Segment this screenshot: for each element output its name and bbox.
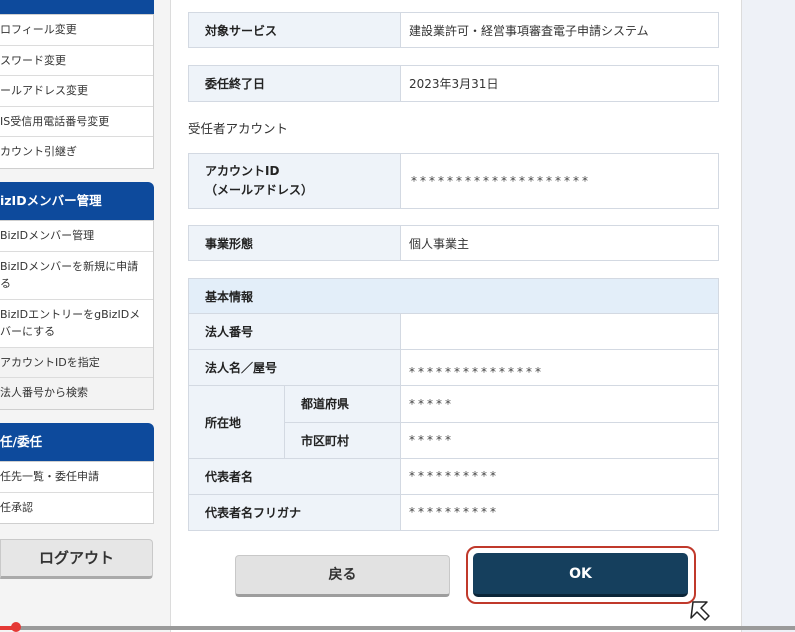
corp-number-value: [400, 313, 719, 351]
video-progress-handle[interactable]: [10, 622, 21, 632]
end-date-label: 委任終了日: [188, 65, 401, 102]
sidebar-header-member-mgmt: izIDメンバー管理: [0, 182, 154, 220]
sidebar-item-password[interactable]: スワード変更: [0, 46, 153, 76]
sidebar-item-member-mgmt[interactable]: BizIDメンバー管理: [0, 221, 153, 252]
sidebar-group-account: ロフィール変更 スワード変更 ールアドレス変更 IS受信用電話番号変更 カウント…: [0, 14, 154, 169]
prefecture-value: *****: [400, 385, 719, 423]
business-type-value: 個人事業主: [400, 225, 719, 261]
back-button[interactable]: 戻る: [235, 555, 450, 597]
sidebar-item-specify-account-id[interactable]: アカウントIDを指定: [0, 347, 153, 378]
account-id-value: ********************: [400, 153, 719, 209]
account-id-label: アカウントID （メールアドレス）: [188, 153, 401, 209]
representative-kana-value: **********: [400, 493, 719, 532]
sidebar-item-delegate-list[interactable]: 任先一覧・委任申請: [0, 462, 153, 493]
representative-value: **********: [400, 457, 719, 495]
address-label: 所在地: [188, 385, 285, 459]
representative-label: 代表者名: [188, 457, 401, 495]
ok-button[interactable]: OK: [473, 553, 688, 597]
business-type-table: 事業形態 個人事業主: [188, 225, 719, 261]
sidebar-item-new-member[interactable]: BizIDメンバーを新規に申請 る: [0, 252, 153, 300]
city-value: *****: [400, 421, 719, 459]
corp-number-label: 法人番号: [188, 313, 401, 351]
city-label: 市区町村: [284, 421, 401, 459]
basic-info-header: 基本情報: [188, 277, 719, 315]
prefecture-label: 都道府県: [284, 385, 401, 423]
service-value: 建設業許可・経営事項審査電子申請システム: [400, 12, 719, 48]
sidebar-item-delegate-approve[interactable]: 任承認: [0, 493, 153, 524]
basic-info-table: 基本情報 法人番号 法人名／屋号 *************** 所在地 都道府…: [188, 277, 719, 532]
pointer-cursor-icon: [690, 601, 710, 621]
sidebar-item-email[interactable]: ールアドレス変更: [0, 76, 153, 107]
business-type-label: 事業形態: [188, 225, 401, 261]
sidebar-item-search-corp-number[interactable]: 法人番号から検索: [0, 378, 153, 409]
corp-name-value: ***************: [400, 349, 719, 387]
end-date-value: 2023年3月31日: [400, 65, 719, 102]
sidebar-item-profile[interactable]: ロフィール変更: [0, 15, 153, 46]
page-background-right: [742, 0, 795, 632]
sidebar-item-sms-phone[interactable]: IS受信用電話番号変更: [0, 107, 153, 137]
sidebar-item-entry-to-member[interactable]: BizIDエントリーをgBizIDメ バーにする: [0, 300, 153, 348]
corp-name-label: 法人名／屋号: [188, 349, 401, 387]
video-progress-track[interactable]: [0, 626, 795, 630]
sidebar-header-delegation: 任/委任: [0, 423, 154, 461]
sidebar-group-delegation: 任先一覧・委任申請 任承認: [0, 461, 154, 524]
logout-button[interactable]: ログアウト: [0, 539, 153, 579]
sidebar-group-members: BizIDメンバー管理 BizIDメンバーを新規に申請 る BizIDエントリー…: [0, 220, 154, 410]
service-table: 対象サービス 建設業許可・経営事項審査電子申請システム: [188, 12, 719, 48]
service-label: 対象サービス: [188, 12, 401, 48]
delegatee-account-heading: 受任者アカウント: [188, 121, 289, 136]
sidebar-item-account-transfer[interactable]: カウント引継ぎ: [0, 137, 153, 168]
end-date-table: 委任終了日 2023年3月31日: [188, 65, 719, 102]
sidebar-top-strip: [0, 0, 154, 14]
representative-kana-label: 代表者名フリガナ: [188, 493, 401, 532]
account-id-table: アカウントID （メールアドレス） ********************: [188, 153, 719, 209]
